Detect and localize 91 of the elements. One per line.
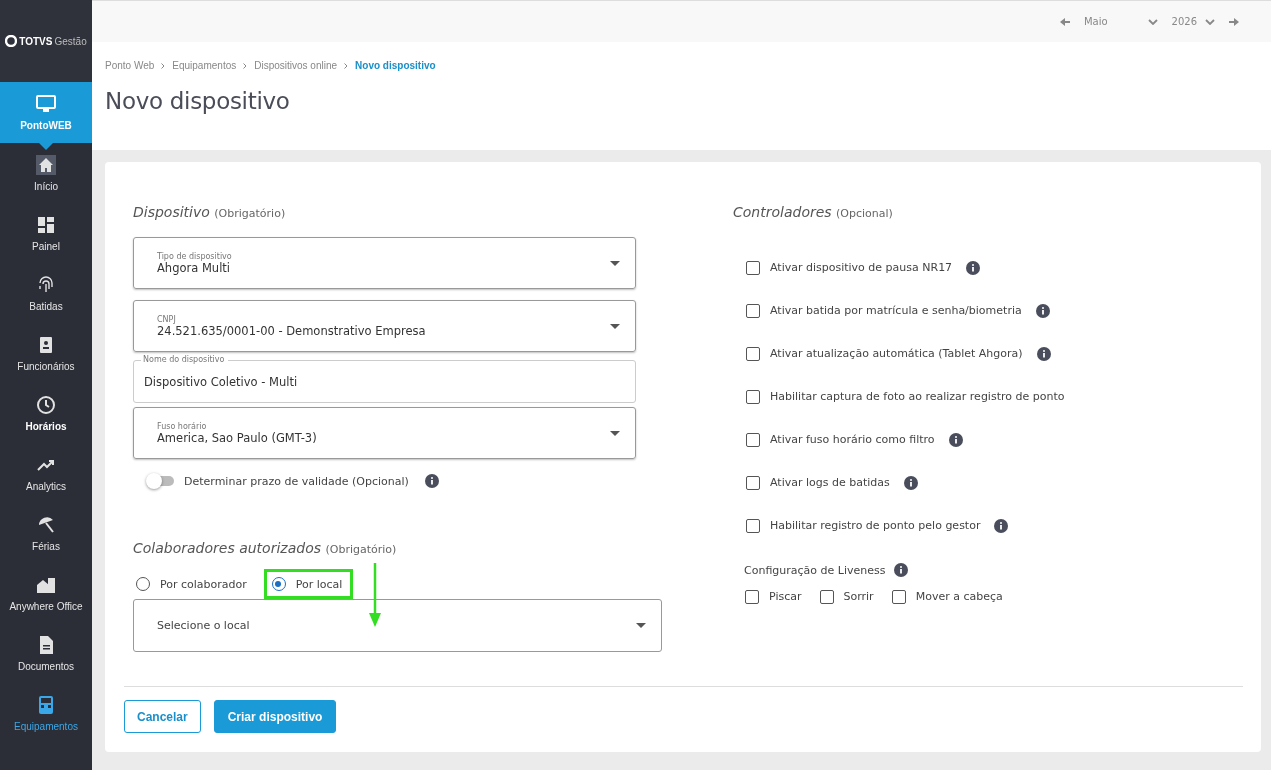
- home-icon: [36, 154, 56, 175]
- sidebar-item[interactable]: Analytics: [0, 443, 92, 503]
- checkbox[interactable]: [745, 589, 759, 604]
- field-value: America, Sao Paulo (GMT-3): [157, 430, 318, 445]
- liveness-label: Configuração de Liveness: [744, 563, 886, 577]
- arrow-left-icon[interactable]: [1059, 16, 1070, 27]
- sidebar-item[interactable]: Documentos: [0, 623, 92, 683]
- clock-icon: [36, 394, 56, 415]
- info-icon[interactable]: [903, 475, 918, 490]
- info-icon[interactable]: [1036, 346, 1051, 361]
- device-icon: [36, 694, 56, 715]
- select-field[interactable]: Fuso horário America, Sao Paulo (GMT-3): [133, 407, 636, 459]
- toggle-switch[interactable]: [148, 476, 174, 486]
- checkbox[interactable]: [891, 589, 906, 604]
- fingerprint-icon: [36, 274, 56, 295]
- placeholder-text: Selecione o local: [157, 619, 251, 632]
- checkbox[interactable]: [746, 303, 760, 318]
- sidebar-item[interactable]: Funcionários: [0, 323, 92, 383]
- chevron-down-icon: [1205, 18, 1215, 25]
- info-icon[interactable]: [966, 260, 981, 275]
- year-select[interactable]: 2026: [1171, 16, 1215, 27]
- checkbox[interactable]: [746, 518, 760, 533]
- info-icon[interactable]: [948, 432, 963, 447]
- section-title: Colaboradores autorizados: [133, 540, 321, 556]
- radio-option[interactable]: Por local: [263, 569, 354, 599]
- field-label: Fuso horário: [157, 421, 208, 431]
- checkbox[interactable]: [746, 260, 760, 275]
- field-label: Nome do dispositivo: [142, 355, 226, 365]
- info-icon[interactable]: [424, 474, 439, 488]
- caret-icon: [610, 323, 620, 329]
- toggle-label: Determinar prazo de validade (Opcional): [184, 474, 409, 488]
- section-title: Controladores: [733, 204, 832, 220]
- arrow-right-icon[interactable]: [1229, 16, 1239, 27]
- checkbox-label: Ativar dispositivo de pausa NR17: [770, 261, 953, 274]
- caret-icon: [636, 623, 646, 628]
- chevron-right-icon: [243, 62, 248, 69]
- checkbox-label: Ativar logs de batidas: [770, 476, 890, 489]
- select-field[interactable]: Tipo de dispositivo Ahgora Multi: [133, 237, 636, 289]
- sidebar-item[interactable]: Horários: [0, 383, 92, 443]
- cancel-button[interactable]: Cancelar: [124, 700, 201, 733]
- breadcrumb-link[interactable]: Novo dispositivo: [355, 60, 436, 71]
- sidebar-item[interactable]: Férias: [0, 503, 92, 563]
- page-title: Novo dispositivo: [105, 88, 291, 114]
- annotation-arrow: [369, 563, 381, 627]
- checkbox-label: Ativar fuso horário como filtro: [770, 433, 935, 446]
- chevron-right-icon: [344, 62, 349, 69]
- section-note: (Obrigatório): [325, 543, 397, 556]
- checkbox-label: Piscar: [769, 590, 802, 603]
- checkbox-label: Habilitar registro de ponto pelo gestor: [770, 519, 981, 532]
- chevron-down-icon: [1147, 18, 1158, 25]
- section-title: Dispositivo: [133, 204, 210, 220]
- field-value: Ahgora Multi: [157, 260, 231, 275]
- breadcrumb-link[interactable]: Dispositivos online: [254, 60, 338, 71]
- info-icon[interactable]: [1035, 303, 1050, 318]
- monitor-icon: [36, 94, 56, 114]
- radio-option[interactable]: Por colaborador: [133, 569, 258, 599]
- section-note: (Opcional): [836, 207, 893, 220]
- breadcrumb-link[interactable]: Ponto Web: [105, 60, 155, 71]
- sidebar-item[interactable]: Equipamentos: [0, 683, 92, 743]
- umbrella-icon: [36, 514, 56, 535]
- breadcrumb-link[interactable]: Equipamentos: [172, 60, 237, 71]
- sidebar-item[interactable]: Batidas: [0, 263, 92, 323]
- field-label: Tipo de dispositivo: [157, 251, 233, 261]
- info-icon[interactable]: [894, 563, 909, 577]
- section-note: (Obrigatório): [214, 207, 286, 220]
- select-field[interactable]: CNPJ 24.521.635/0001-00 - Demonstrativo Empresa: [133, 300, 636, 352]
- checkbox[interactable]: [819, 589, 834, 604]
- info-icon[interactable]: [994, 518, 1009, 533]
- text-field[interactable]: Nome do dispositivo Dispositivo Coletivo - Multi: [133, 355, 636, 403]
- checkbox-label: Ativar atualização automática (Tablet Ahgora): [770, 347, 1023, 360]
- checkbox-label: Ativar batida por matrícula e senha/biometria: [770, 304, 1022, 317]
- field-value: 24.521.635/0001-00 - Demonstrativo Empresa: [157, 323, 427, 338]
- chevron-right-icon: [161, 62, 166, 69]
- field-label: CNPJ: [157, 314, 177, 324]
- select-field[interactable]: Selecione o local: [133, 599, 662, 652]
- checkbox[interactable]: [746, 432, 760, 447]
- checkbox-label: Mover a cabeça: [915, 590, 1003, 603]
- caret-icon: [610, 260, 620, 266]
- checkbox-label: Sorrir: [843, 590, 874, 603]
- checkbox[interactable]: [746, 346, 760, 361]
- field-value: Dispositivo Coletivo - Multi: [144, 374, 298, 389]
- sidebar-item[interactable]: Painel: [0, 203, 92, 263]
- sidebar-item[interactable]: Início: [0, 143, 92, 203]
- checkbox-label: Habilitar captura de foto ao realizar registro de ponto: [770, 390, 1065, 403]
- caret-icon: [610, 430, 620, 436]
- logo: TOTVS Gestão: [0, 0, 92, 82]
- checkbox[interactable]: [746, 389, 760, 404]
- sidebar-item[interactable]: Anywhere Office: [0, 563, 92, 623]
- checkbox[interactable]: [746, 475, 760, 490]
- dashboard-icon: [36, 214, 56, 235]
- logo-icon: [5, 35, 18, 47]
